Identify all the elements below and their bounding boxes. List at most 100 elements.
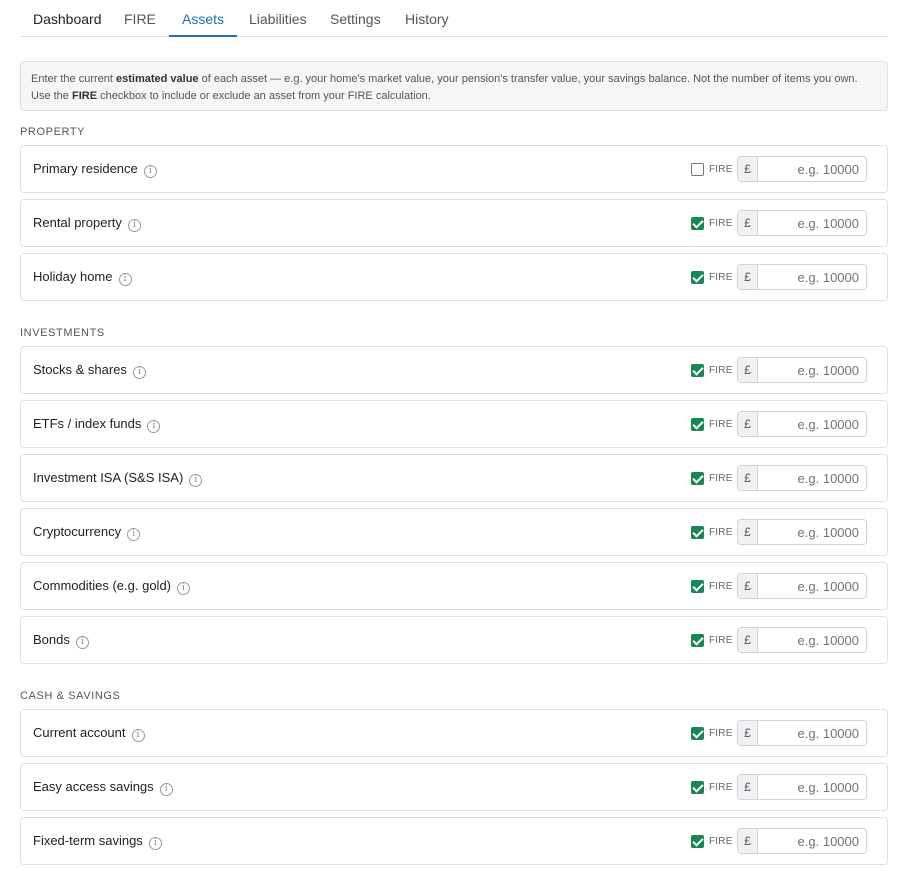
currency-symbol: £ [738,211,758,235]
currency-symbol: £ [738,775,758,799]
fire-checkbox[interactable] [691,418,704,431]
asset-label: Rental property i [33,215,141,232]
asset-label: Commodities (e.g. gold) i [33,578,190,595]
info-icon[interactable]: i [189,474,203,487]
asset-label-text: Bonds [33,632,70,647]
value-input-group: £ [737,519,867,545]
fire-checkbox[interactable] [691,472,704,485]
fire-checkbox[interactable] [691,271,704,284]
asset-label: Primary residence i [33,161,157,178]
fire-checkbox-label: FIRE [709,527,733,538]
fire-checkbox-label: FIRE [709,365,733,376]
fire-checkbox-label: FIRE [709,581,733,592]
fire-checkbox-label: FIRE [709,635,733,646]
currency-symbol: £ [738,157,758,181]
asset-value-input[interactable] [759,829,866,853]
info-icon[interactable]: i [159,783,173,796]
tab-history[interactable]: History [392,0,462,37]
currency-symbol: £ [738,520,758,544]
currency-symbol: £ [738,412,758,436]
fire-checkbox[interactable] [691,727,704,740]
asset-label-text: Commodities (e.g. gold) [33,578,171,593]
value-input-group: £ [737,210,867,236]
fire-checkbox-label: FIRE [709,782,733,793]
fire-checkbox[interactable] [691,217,704,230]
section-title-cash-savings: CASH & SAVINGS [20,690,121,702]
asset-value-input[interactable] [759,157,866,181]
asset-value-input[interactable] [759,628,866,652]
currency-symbol: £ [738,466,758,490]
info-icon[interactable]: i [127,528,141,541]
currency-symbol: £ [738,265,758,289]
info-icon[interactable]: i [75,636,89,649]
info-icon[interactable]: i [131,729,145,742]
asset-value-input[interactable] [759,574,866,598]
asset-label: Easy access savings i [33,779,173,796]
asset-label: Bonds i [33,632,89,649]
asset-label: Holiday home i [33,269,132,286]
fire-checkbox[interactable] [691,526,704,539]
fire-checkbox[interactable] [691,580,704,593]
tab-dashboard[interactable]: Dashboard [20,0,115,37]
currency-symbol: £ [738,829,758,853]
asset-row-commodities-e-g-gold: Commodities (e.g. gold) i FIRE £ [20,562,888,610]
asset-value-input[interactable] [759,520,866,544]
fire-checkbox-label: FIRE [709,473,733,484]
asset-label: ETFs / index funds i [33,416,161,433]
info-icon[interactable]: i [127,219,141,232]
value-input-group: £ [737,573,867,599]
fire-checkbox[interactable] [691,634,704,647]
value-input-group: £ [737,720,867,746]
info-text-3: checkbox to include or exclude an asset … [97,90,431,102]
asset-value-input[interactable] [759,265,866,289]
asset-label-text: Holiday home [33,269,113,284]
asset-label-text: Current account [33,725,126,740]
value-input-group: £ [737,357,867,383]
info-bold-estimated-value: estimated value [116,73,199,85]
fire-checkbox-label: FIRE [709,272,733,283]
asset-label-text: Easy access savings [33,779,154,794]
info-icon[interactable]: i [132,366,146,379]
asset-row-etfs-index-funds: ETFs / index funds i FIRE £ [20,400,888,448]
fire-checkbox[interactable] [691,163,704,176]
asset-row-bonds: Bonds i FIRE £ [20,616,888,664]
asset-label: Cryptocurrency i [33,524,141,541]
asset-row-rental-property: Rental property i FIRE £ [20,199,888,247]
tab-liabilities[interactable]: Liabilities [236,0,320,37]
info-icon[interactable]: i [143,165,157,178]
value-input-group: £ [737,156,867,182]
fire-checkbox[interactable] [691,364,704,377]
asset-value-input[interactable] [759,721,866,745]
value-input-group: £ [737,627,867,653]
currency-symbol: £ [738,358,758,382]
asset-label-text: Fixed-term savings [33,833,143,848]
info-bold-fire: FIRE [71,90,98,102]
asset-value-input[interactable] [759,211,866,235]
tab-settings[interactable]: Settings [317,0,394,37]
fire-checkbox-label: FIRE [709,419,733,430]
asset-label-text: Investment ISA (S&S ISA) [33,470,184,485]
fire-checkbox[interactable] [691,781,704,794]
value-input-group: £ [737,264,867,290]
asset-value-input[interactable] [759,412,866,436]
asset-label-text: Cryptocurrency [33,524,122,539]
tab-fire[interactable]: FIRE [111,0,169,37]
info-icon[interactable]: i [118,273,132,286]
assets-info-alert: Enter the current estimated value of eac… [20,61,888,111]
asset-value-input[interactable] [759,775,866,799]
currency-symbol: £ [738,574,758,598]
asset-label: Current account i [33,725,145,742]
tab-bar: Dashboard FIRE Assets Liabilities Settin… [20,0,888,37]
section-title-investments: INVESTMENTS [20,327,105,339]
info-icon[interactable]: i [148,837,162,850]
asset-label-text: Rental property [33,215,122,230]
asset-value-input[interactable] [759,358,866,382]
asset-label: Investment ISA (S&S ISA) i [33,470,203,487]
info-icon[interactable]: i [177,582,190,595]
asset-row-holiday-home: Holiday home i FIRE £ [20,253,888,301]
asset-value-input[interactable] [759,466,866,490]
fire-checkbox[interactable] [691,835,704,848]
fire-checkbox-label: FIRE [709,218,733,229]
tab-assets[interactable]: Assets [169,0,238,37]
info-icon[interactable]: i [147,420,161,433]
